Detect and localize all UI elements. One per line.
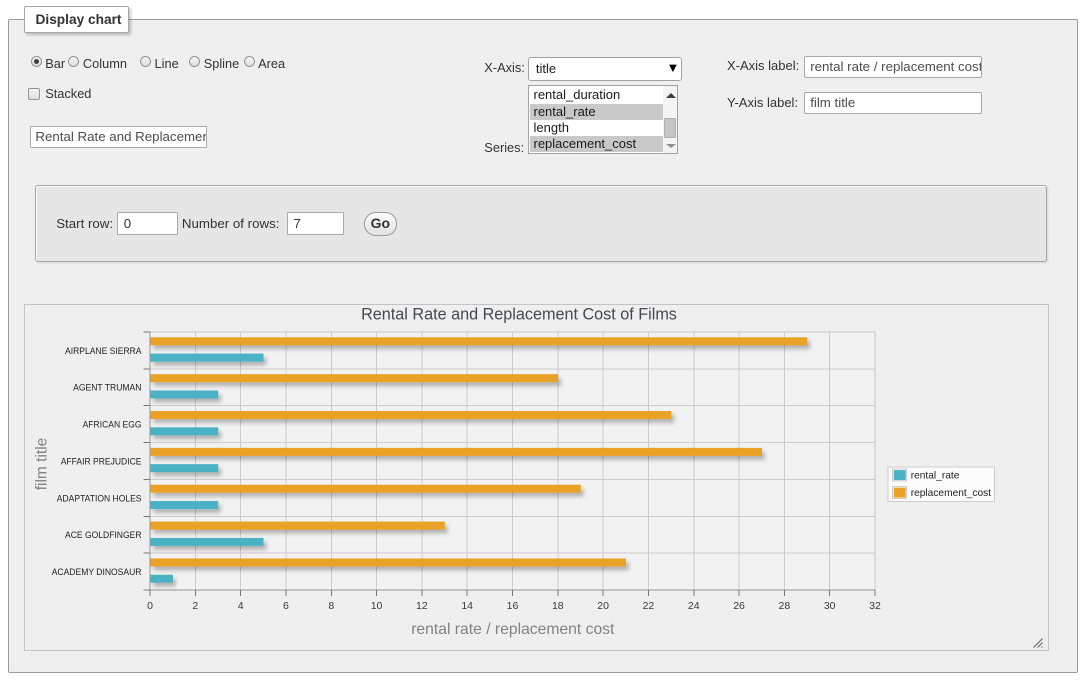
svg-text:16: 16 [507,600,519,612]
svg-text:26: 26 [733,600,745,612]
svg-text:24: 24 [688,600,700,612]
svg-text:12: 12 [416,600,428,612]
svg-text:Rental Rate and Replacement Co: Rental Rate and Replacement Cost of Film… [361,306,677,324]
svg-text:rental_rate: rental_rate [911,471,960,482]
svg-text:0: 0 [147,600,153,612]
svg-text:AFFAIR PREJUDICE: AFFAIR PREJUDICE [61,456,142,466]
svg-text:22: 22 [643,600,655,612]
svg-text:4: 4 [238,600,244,612]
svg-text:28: 28 [779,600,791,612]
svg-text:ACADEMY DINOSAUR: ACADEMY DINOSAUR [52,567,142,577]
svg-text:rental rate / replacement cost: rental rate / replacement cost [411,621,615,638]
svg-text:14: 14 [461,600,473,612]
svg-text:2: 2 [192,600,198,612]
svg-text:AFRICAN EGG: AFRICAN EGG [83,420,142,430]
svg-text:8: 8 [328,600,334,612]
svg-text:AIRPLANE SIERRA: AIRPLANE SIERRA [65,346,142,356]
svg-text:6: 6 [283,600,289,612]
svg-text:ACE GOLDFINGER: ACE GOLDFINGER [65,530,142,540]
svg-text:ADAPTATION HOLES: ADAPTATION HOLES [57,493,142,503]
svg-text:film title: film title [34,438,51,491]
svg-text:10: 10 [371,600,383,612]
svg-text:30: 30 [824,600,836,612]
svg-text:20: 20 [597,600,609,612]
svg-text:32: 32 [869,600,881,612]
svg-text:AGENT TRUMAN: AGENT TRUMAN [73,383,141,393]
svg-text:replacement_cost: replacement_cost [911,488,992,499]
svg-text:18: 18 [552,600,564,612]
